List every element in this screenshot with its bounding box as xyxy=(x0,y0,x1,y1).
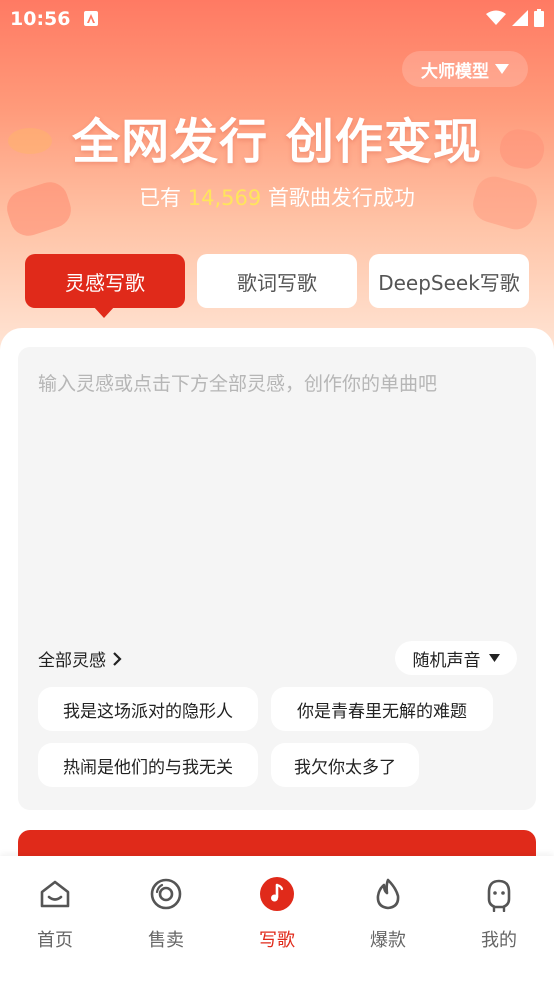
signal-icon xyxy=(512,10,528,26)
nav-item-write[interactable]: 写歌 xyxy=(222,856,332,984)
tab-inspiration[interactable]: 灵感写歌 xyxy=(25,254,185,308)
app-notification-icon xyxy=(84,11,98,26)
status-bar: 10:56 xyxy=(0,0,554,38)
suggestion-chip[interactable]: 你是青春里无解的难题 xyxy=(271,687,493,731)
nav-label-profile: 我的 xyxy=(481,930,517,951)
nav-label-home: 首页 xyxy=(37,930,73,951)
input-placeholder: 输入灵感或点击下方全部灵感，创作你的单曲吧 xyxy=(38,373,438,395)
subline-prefix: 已有 xyxy=(139,186,182,210)
inspiration-input[interactable] xyxy=(18,347,536,810)
nav-label-hot: 爆款 xyxy=(370,930,406,951)
model-selector-label: 大师模型 xyxy=(421,61,489,82)
suggestion-chip[interactable]: 我是这场派对的隐形人 xyxy=(38,687,258,731)
flame-icon xyxy=(376,878,400,910)
all-inspiration-label: 全部灵感 xyxy=(38,651,106,671)
nav-item-home[interactable]: 首页 xyxy=(0,856,110,984)
suggestion-chip[interactable]: 我欠你太多了 xyxy=(271,743,419,787)
nav-label-sell: 售卖 xyxy=(148,930,184,951)
chevron-right-icon xyxy=(113,651,122,666)
music-note-icon xyxy=(260,877,294,911)
hero-subline: 已有 14,569 首歌曲发行成功 xyxy=(0,182,554,212)
profile-icon xyxy=(487,879,511,912)
nav-item-profile[interactable]: 我的 xyxy=(444,856,554,984)
tab-deepseek[interactable]: DeepSeek写歌 xyxy=(369,254,529,308)
system-icons xyxy=(486,9,544,27)
nav-label-write: 写歌 xyxy=(259,930,295,951)
caret-down-icon xyxy=(488,654,500,662)
bottom-navigation: 首页 售卖 写歌 爆款 我的 xyxy=(0,856,554,984)
hero-headline: 全网发行 创作变现 xyxy=(72,114,482,170)
suggestion-chip[interactable]: 热闹是他们的与我无关 xyxy=(38,743,258,787)
nav-item-sell[interactable]: 售卖 xyxy=(111,856,221,984)
tab-lyrics[interactable]: 歌词写歌 xyxy=(197,254,357,308)
caret-down-icon xyxy=(495,64,509,74)
random-voice-dropdown[interactable]: 随机声音 xyxy=(395,641,517,675)
disc-icon xyxy=(150,878,182,910)
all-inspiration-link[interactable]: 全部灵感 xyxy=(38,646,122,671)
model-selector-button[interactable]: 大师模型 xyxy=(402,51,528,87)
battery-icon xyxy=(534,9,544,27)
wifi-icon xyxy=(486,10,506,25)
random-voice-label: 随机声音 xyxy=(412,650,481,671)
subline-suffix: 首歌曲发行成功 xyxy=(267,186,415,210)
active-tab-pointer xyxy=(93,306,115,318)
home-icon xyxy=(40,880,70,908)
status-time: 10:56 xyxy=(10,8,71,30)
release-count: 14,569 xyxy=(187,186,262,210)
nav-item-hot[interactable]: 爆款 xyxy=(333,856,443,984)
